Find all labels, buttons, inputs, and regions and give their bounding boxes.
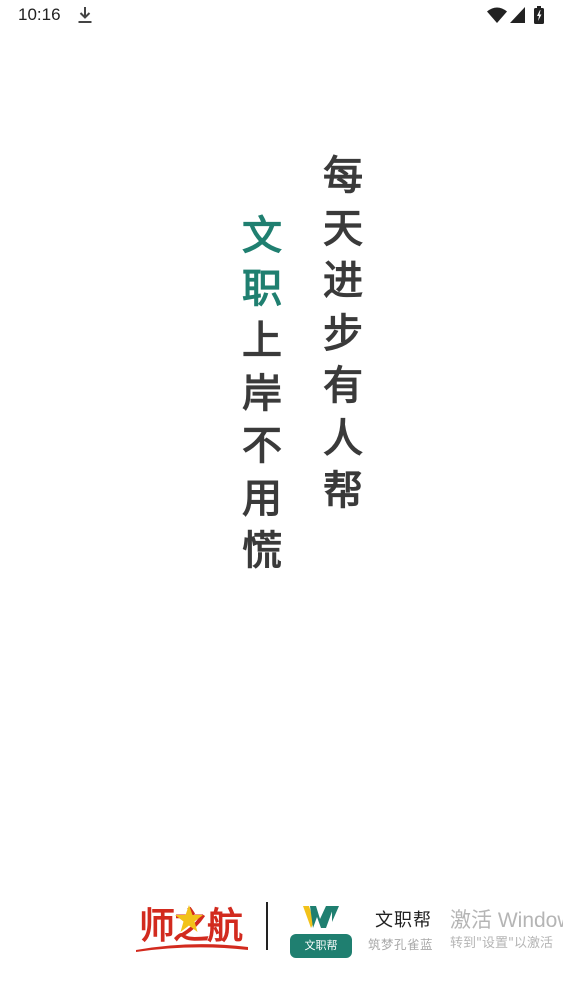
slogan-char: 有: [323, 362, 363, 409]
slogan-char: 用: [242, 474, 282, 522]
wifi-icon: [487, 7, 507, 23]
download-icon: [78, 7, 92, 23]
wenzhibang-name: 文职帮: [375, 910, 432, 931]
slogan-left-column: 文 职 上 岸 不 用 慌: [236, 210, 288, 578]
slogan-char: 帮: [323, 467, 363, 514]
star-icon: [175, 905, 203, 932]
slogan-char: 天: [323, 204, 363, 252]
slogan-right-column: 每 天 进 步 有 人 帮: [317, 150, 369, 518]
status-time: 10:16: [18, 5, 61, 24]
slogan-char: 每: [323, 152, 363, 199]
slogan-char: 步: [323, 309, 363, 357]
slogan-char-accent: 文: [242, 212, 282, 259]
activate-windows-title: 激活 Windows: [450, 909, 563, 932]
brand-divider: [266, 902, 268, 950]
slogan-char-accent: 职: [242, 264, 282, 312]
slogan-char: 慌: [242, 527, 282, 574]
wenzhibang-mark-icon: [303, 906, 339, 928]
brand-bar: 师之航 文职帮 文职帮 筑梦孔雀蓝 激活 Windows: [0, 890, 563, 970]
slogan-char: 不: [242, 422, 282, 469]
shizhihang-logo: 师之航: [130, 898, 250, 954]
slogan-char: 进: [323, 257, 363, 304]
wenzhibang-subtitle: 筑梦孔雀蓝: [368, 937, 434, 952]
signal-icon: [510, 7, 525, 23]
wenzhibang-badge: 文职帮: [290, 934, 352, 958]
slogan-char: 岸: [242, 369, 282, 417]
slogan-char: 上: [242, 317, 282, 364]
wenzhibang-logo: 文职帮: [290, 904, 352, 958]
status-bar: 10:16: [0, 0, 563, 32]
splash-screen: 10:16 每 天 进 步 有 人 帮 文 职 上 岸 不 用 慌 文职帮 文职…: [0, 0, 563, 1000]
logo-swoosh: [136, 944, 248, 952]
activate-windows-subtitle: 转到"设置"以激活: [450, 936, 553, 951]
battery-icon: [534, 6, 544, 24]
slogan-char: 人: [323, 414, 363, 462]
